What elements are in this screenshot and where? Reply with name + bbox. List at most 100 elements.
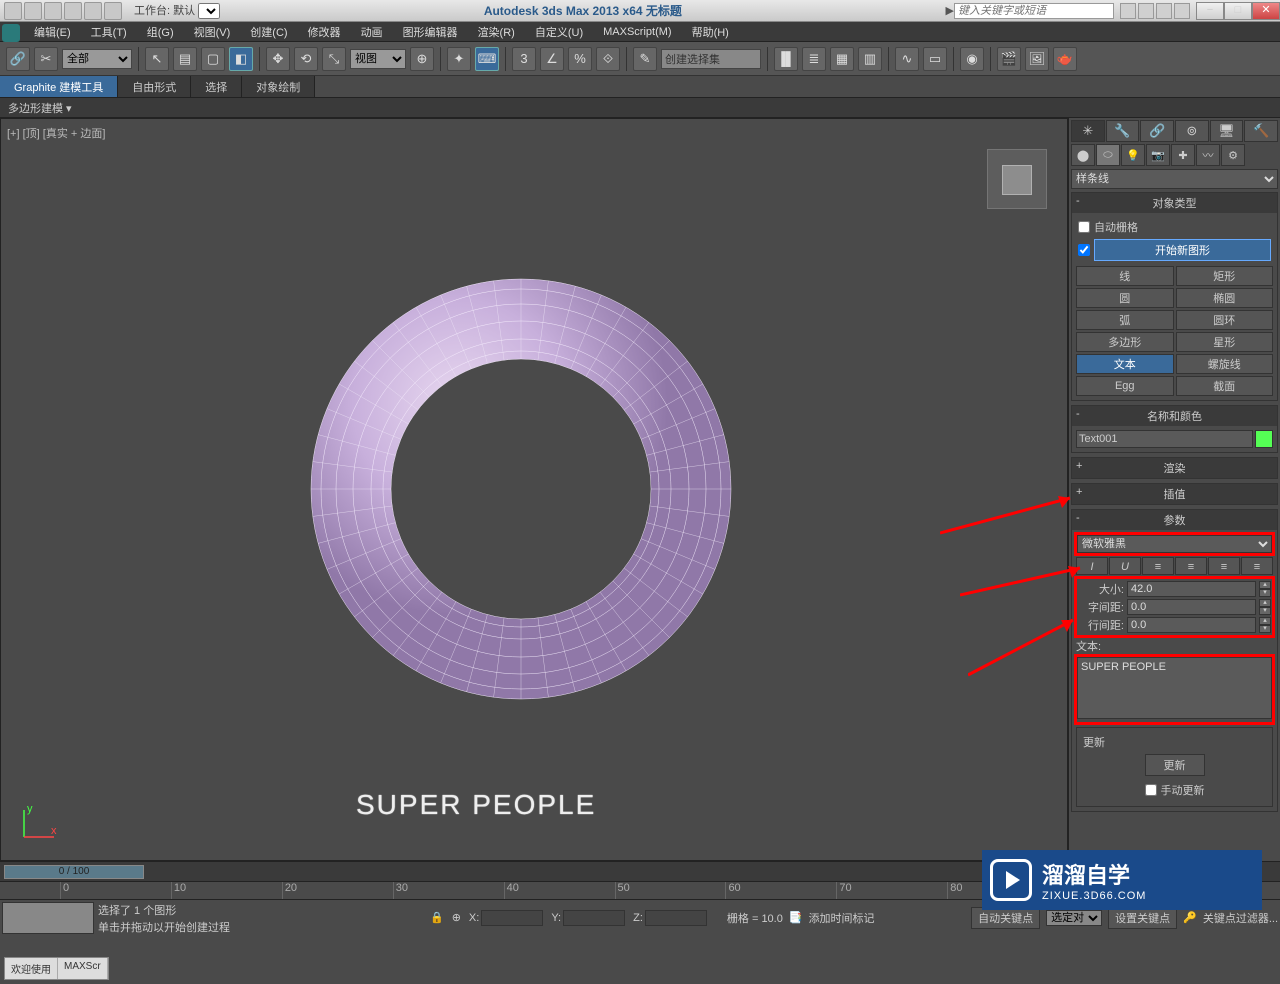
ribbon-panel[interactable]: 多边形建模 ▾ [0,98,1280,118]
keyboard-shortcut-icon[interactable]: ⌨ [475,47,499,71]
key-icon[interactable]: 🔑 [1183,911,1197,924]
shape-line[interactable]: 线 [1076,266,1174,286]
shape-ellipse[interactable]: 椭圆 [1176,288,1274,308]
object-name-input[interactable] [1076,430,1253,448]
select-name-icon[interactable]: ▤ [173,47,197,71]
menu-group[interactable]: 组(G) [137,22,184,42]
render-icon[interactable]: 🫖 [1053,47,1077,71]
text-input[interactable] [1077,657,1272,719]
layers-icon[interactable]: ▦ [830,47,854,71]
link-icon[interactable]: 🔗 [6,47,30,71]
qat-new-icon[interactable] [4,2,22,20]
pivot-icon[interactable]: ⊕ [410,47,434,71]
welcome-tab[interactable]: 欢迎使用 [5,958,58,979]
rollout-header-params[interactable]: 参数 [1072,510,1277,530]
time-slider-handle[interactable]: 0 / 100 [4,865,144,879]
viewcube-face-icon[interactable] [1002,165,1032,195]
helpers-subtab-icon[interactable]: ✚ [1171,144,1195,166]
menu-tools[interactable]: 工具(T) [81,22,137,42]
size-input[interactable]: 42.0 [1127,581,1256,597]
ribbon-freeform[interactable]: 自由形式 [118,76,191,97]
manip-icon[interactable]: ✦ [447,47,471,71]
minimize-button[interactable]: − [1196,2,1224,20]
manual-update-checkbox[interactable] [1145,784,1157,796]
maximize-button[interactable]: □ [1224,2,1252,20]
shape-egg[interactable]: Egg [1076,376,1174,396]
display-tab-icon[interactable]: 🖥 [1210,120,1244,142]
size-down-icon[interactable]: ▾ [1259,589,1271,597]
category-select[interactable]: 样条线 [1071,169,1278,189]
rect-region-icon[interactable]: ▢ [201,47,225,71]
underline-button[interactable]: U [1109,557,1141,575]
ribbon-paint[interactable]: 对象绘制 [242,76,315,97]
percent-snap-icon[interactable]: % [568,47,592,71]
rollout-header-name[interactable]: 名称和颜色 [1072,406,1277,426]
utilities-tab-icon[interactable]: 🔨 [1244,120,1278,142]
curve-editor-icon[interactable]: ∿ [895,47,919,71]
rotate-icon[interactable]: ⟲ [294,47,318,71]
autogrid-checkbox[interactable] [1078,221,1090,233]
keymode-select[interactable]: 选定对 [1046,910,1102,926]
align-icon[interactable]: ≣ [802,47,826,71]
menu-grapheditors[interactable]: 图形编辑器 [393,22,468,42]
viewport-top[interactable]: [+] [顶] [真实 + 边面] SUPER PEOPLE [0,118,1068,861]
coord-z-input[interactable] [645,910,707,926]
menu-modifiers[interactable]: 修改器 [298,22,351,42]
newshape-checkbox[interactable] [1078,244,1090,256]
render-frame-icon[interactable]: 🖼 [1025,47,1049,71]
move-icon[interactable]: ✥ [266,47,290,71]
kerning-input[interactable]: 0.0 [1127,599,1256,615]
hierarchy-tab-icon[interactable]: 🔗 [1140,120,1174,142]
shape-section[interactable]: 截面 [1176,376,1274,396]
workspace-select[interactable] [198,3,220,19]
menu-maxscript[interactable]: MAXScript(M) [593,24,681,40]
shape-star[interactable]: 星形 [1176,332,1274,352]
keyfilter-label[interactable]: 关键点过滤器... [1203,910,1278,926]
align-center-icon[interactable]: ≡ [1175,557,1207,575]
menu-help[interactable]: 帮助(H) [682,22,739,42]
cameras-subtab-icon[interactable]: 📷 [1146,144,1170,166]
coord-x-input[interactable] [481,910,543,926]
selection-filter[interactable]: 全部 [62,49,132,69]
lead-up-icon[interactable]: ▴ [1259,617,1271,625]
motion-tab-icon[interactable]: ⊚ [1175,120,1209,142]
font-select[interactable]: 微软雅黑 [1077,535,1272,553]
shape-circle[interactable]: 圆 [1076,288,1174,308]
select-icon[interactable]: ↖ [145,47,169,71]
named-selection-input[interactable] [661,49,761,69]
binoculars-icon[interactable] [1120,3,1136,19]
lights-subtab-icon[interactable]: 💡 [1121,144,1145,166]
addtime-label[interactable]: 添加时间标记 [809,910,875,926]
rollout-header-objtype[interactable]: 对象类型 [1072,193,1277,213]
layer-explorer-icon[interactable]: ▥ [858,47,882,71]
named-set-edit-icon[interactable]: ✎ [633,47,657,71]
leading-input[interactable]: 0.0 [1127,617,1256,633]
italic-button[interactable]: I [1076,557,1108,575]
menu-animation[interactable]: 动画 [351,22,393,42]
qat-project-icon[interactable] [104,2,122,20]
qat-open-icon[interactable] [24,2,42,20]
size-up-icon[interactable]: ▴ [1259,581,1271,589]
viewport-text-object[interactable]: SUPER PEOPLE [356,789,596,821]
shape-arc[interactable]: 弧 [1076,310,1174,330]
angle-snap-icon[interactable]: ∠ [540,47,564,71]
align-right-icon[interactable]: ≡ [1208,557,1240,575]
qat-redo-icon[interactable] [84,2,102,20]
render-thumb[interactable] [2,902,94,934]
close-button[interactable]: ✕ [1252,2,1280,20]
qat-undo-icon[interactable] [64,2,82,20]
menu-edit[interactable]: 编辑(E) [24,22,81,42]
torus-object[interactable] [291,259,751,719]
script-tabs[interactable]: 欢迎使用 MAXScr [4,957,109,980]
align-left-icon[interactable]: ≡ [1142,557,1174,575]
shape-helix[interactable]: 螺旋线 [1176,354,1274,374]
shape-text[interactable]: 文本 [1076,354,1174,374]
spacewarps-subtab-icon[interactable]: 〰 [1196,144,1220,166]
rollout-header-render[interactable]: 渲染 [1072,458,1277,478]
coord-y-input[interactable] [563,910,625,926]
kern-down-icon[interactable]: ▾ [1259,607,1271,615]
material-icon[interactable]: ◉ [960,47,984,71]
time-tag-icon[interactable]: 📑 [789,911,803,924]
ribbon-selection[interactable]: 选择 [191,76,242,97]
comm-center-icon[interactable] [1138,3,1154,19]
